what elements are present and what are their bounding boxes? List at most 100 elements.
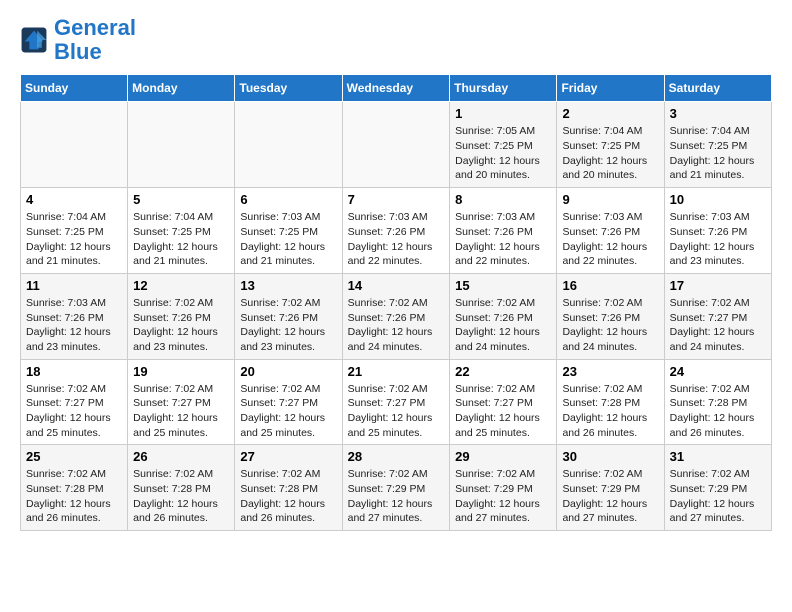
day-info: Sunrise: 7:02 AM Sunset: 7:26 PM Dayligh… <box>455 296 551 355</box>
day-info: Sunrise: 7:02 AM Sunset: 7:28 PM Dayligh… <box>240 467 336 526</box>
calendar-cell: 21 Sunrise: 7:02 AM Sunset: 7:27 PM Dayli… <box>342 359 450 445</box>
weekday-header: Tuesday <box>235 75 342 102</box>
day-info: Sunrise: 7:02 AM Sunset: 7:27 PM Dayligh… <box>455 382 551 441</box>
calendar-cell: 19 Sunrise: 7:02 AM Sunset: 7:27 PM Dayli… <box>128 359 235 445</box>
calendar-cell: 9 Sunrise: 7:03 AM Sunset: 7:26 PM Daylig… <box>557 188 664 274</box>
calendar-week-row: 25 Sunrise: 7:02 AM Sunset: 7:28 PM Dayli… <box>21 445 772 531</box>
day-number: 7 <box>348 192 445 207</box>
day-number: 25 <box>26 449 122 464</box>
calendar-cell: 25Sunrise: 7:02 AM Sunset: 7:28 PM Dayli… <box>21 445 128 531</box>
day-number: 28 <box>348 449 445 464</box>
day-info: Sunrise: 7:03 AM Sunset: 7:25 PM Dayligh… <box>240 210 336 269</box>
day-number: 14 <box>348 278 445 293</box>
day-number: 31 <box>670 449 766 464</box>
day-info: Sunrise: 7:03 AM Sunset: 7:26 PM Dayligh… <box>348 210 445 269</box>
calendar-cell <box>128 102 235 188</box>
calendar-cell <box>235 102 342 188</box>
calendar-cell: 16 Sunrise: 7:02 AM Sunset: 7:26 PM Dayli… <box>557 273 664 359</box>
day-number: 19 <box>133 364 229 379</box>
day-number: 8 <box>455 192 551 207</box>
day-info: Sunrise: 7:02 AM Sunset: 7:28 PM Dayligh… <box>562 382 658 441</box>
day-info: Sunrise: 7:02 AM Sunset: 7:29 PM Dayligh… <box>670 467 766 526</box>
day-number: 12 <box>133 278 229 293</box>
day-info: Sunrise: 7:02 AM Sunset: 7:26 PM Dayligh… <box>240 296 336 355</box>
day-number: 26 <box>133 449 229 464</box>
calendar-cell: 12 Sunrise: 7:02 AM Sunset: 7:26 PM Dayli… <box>128 273 235 359</box>
day-number: 24 <box>670 364 766 379</box>
calendar-cell: 28 Sunrise: 7:02 AM Sunset: 7:29 PM Dayli… <box>342 445 450 531</box>
calendar-cell: 27 Sunrise: 7:02 AM Sunset: 7:28 PM Dayli… <box>235 445 342 531</box>
day-info: Sunrise: 7:02 AM Sunset: 7:28 PM Dayligh… <box>670 382 766 441</box>
calendar-cell: 13 Sunrise: 7:02 AM Sunset: 7:26 PM Dayli… <box>235 273 342 359</box>
calendar-cell: 26 Sunrise: 7:02 AM Sunset: 7:28 PM Dayli… <box>128 445 235 531</box>
day-number: 16 <box>562 278 658 293</box>
calendar-week-row: 4Sunrise: 7:04 AM Sunset: 7:25 PM Daylig… <box>21 188 772 274</box>
calendar-cell: 23 Sunrise: 7:02 AM Sunset: 7:28 PM Dayli… <box>557 359 664 445</box>
weekday-header: Saturday <box>664 75 771 102</box>
day-number: 5 <box>133 192 229 207</box>
logo-text: General Blue <box>54 16 136 64</box>
day-info: Sunrise: 7:04 AM Sunset: 7:25 PM Dayligh… <box>670 124 766 183</box>
day-info: Sunrise: 7:02 AM Sunset: 7:27 PM Dayligh… <box>133 382 229 441</box>
day-number: 11 <box>26 278 122 293</box>
day-info: Sunrise: 7:04 AM Sunset: 7:25 PM Dayligh… <box>133 210 229 269</box>
day-number: 17 <box>670 278 766 293</box>
calendar-cell: 11 Sunrise: 7:03 AM Sunset: 7:26 PM Dayli… <box>21 273 128 359</box>
day-info: Sunrise: 7:04 AM Sunset: 7:25 PM Dayligh… <box>562 124 658 183</box>
day-info: Sunrise: 7:02 AM Sunset: 7:29 PM Dayligh… <box>455 467 551 526</box>
calendar-week-row: 11 Sunrise: 7:03 AM Sunset: 7:26 PM Dayli… <box>21 273 772 359</box>
logo: General Blue <box>20 16 136 64</box>
calendar-cell: 20Sunrise: 7:02 AM Sunset: 7:27 PM Dayli… <box>235 359 342 445</box>
day-info: Sunrise: 7:02 AM Sunset: 7:26 PM Dayligh… <box>348 296 445 355</box>
day-number: 18 <box>26 364 122 379</box>
weekday-header: Friday <box>557 75 664 102</box>
day-info: Sunrise: 7:03 AM Sunset: 7:26 PM Dayligh… <box>562 210 658 269</box>
calendar-cell: 22Sunrise: 7:02 AM Sunset: 7:27 PM Dayli… <box>450 359 557 445</box>
day-info: Sunrise: 7:03 AM Sunset: 7:26 PM Dayligh… <box>26 296 122 355</box>
day-info: Sunrise: 7:04 AM Sunset: 7:25 PM Dayligh… <box>26 210 122 269</box>
day-info: Sunrise: 7:02 AM Sunset: 7:28 PM Dayligh… <box>133 467 229 526</box>
day-number: 30 <box>562 449 658 464</box>
day-info: Sunrise: 7:02 AM Sunset: 7:27 PM Dayligh… <box>26 382 122 441</box>
day-number: 15 <box>455 278 551 293</box>
calendar-cell: 3Sunrise: 7:04 AM Sunset: 7:25 PM Daylig… <box>664 102 771 188</box>
day-number: 13 <box>240 278 336 293</box>
day-info: Sunrise: 7:02 AM Sunset: 7:27 PM Dayligh… <box>348 382 445 441</box>
calendar-cell: 8 Sunrise: 7:03 AM Sunset: 7:26 PM Daylig… <box>450 188 557 274</box>
calendar-table: SundayMondayTuesdayWednesdayThursdayFrid… <box>20 74 772 531</box>
day-number: 9 <box>562 192 658 207</box>
calendar-cell: 15 Sunrise: 7:02 AM Sunset: 7:26 PM Dayli… <box>450 273 557 359</box>
day-number: 2 <box>562 106 658 121</box>
day-info: Sunrise: 7:02 AM Sunset: 7:26 PM Dayligh… <box>133 296 229 355</box>
calendar-cell: 14 Sunrise: 7:02 AM Sunset: 7:26 PM Dayli… <box>342 273 450 359</box>
logo-icon <box>20 26 48 54</box>
calendar-cell: 2 Sunrise: 7:04 AM Sunset: 7:25 PM Daylig… <box>557 102 664 188</box>
calendar-cell: 17 Sunrise: 7:02 AM Sunset: 7:27 PM Dayli… <box>664 273 771 359</box>
calendar-cell <box>342 102 450 188</box>
calendar-cell: 5 Sunrise: 7:04 AM Sunset: 7:25 PM Daylig… <box>128 188 235 274</box>
day-number: 10 <box>670 192 766 207</box>
calendar-cell: 6 Sunrise: 7:03 AM Sunset: 7:25 PM Daylig… <box>235 188 342 274</box>
weekday-header: Monday <box>128 75 235 102</box>
calendar-week-row: 1Sunrise: 7:05 AM Sunset: 7:25 PM Daylig… <box>21 102 772 188</box>
calendar-week-row: 18 Sunrise: 7:02 AM Sunset: 7:27 PM Dayli… <box>21 359 772 445</box>
day-number: 21 <box>348 364 445 379</box>
calendar-cell: 29Sunrise: 7:02 AM Sunset: 7:29 PM Dayli… <box>450 445 557 531</box>
weekday-header: Sunday <box>21 75 128 102</box>
day-info: Sunrise: 7:02 AM Sunset: 7:29 PM Dayligh… <box>348 467 445 526</box>
calendar-cell: 1Sunrise: 7:05 AM Sunset: 7:25 PM Daylig… <box>450 102 557 188</box>
day-info: Sunrise: 7:02 AM Sunset: 7:26 PM Dayligh… <box>562 296 658 355</box>
day-info: Sunrise: 7:03 AM Sunset: 7:26 PM Dayligh… <box>455 210 551 269</box>
calendar-cell: 10 Sunrise: 7:03 AM Sunset: 7:26 PM Dayli… <box>664 188 771 274</box>
page-header: General Blue <box>20 16 772 64</box>
day-info: Sunrise: 7:02 AM Sunset: 7:29 PM Dayligh… <box>562 467 658 526</box>
day-info: Sunrise: 7:02 AM Sunset: 7:27 PM Dayligh… <box>240 382 336 441</box>
day-number: 6 <box>240 192 336 207</box>
day-number: 23 <box>562 364 658 379</box>
day-number: 1 <box>455 106 551 121</box>
day-info: Sunrise: 7:03 AM Sunset: 7:26 PM Dayligh… <box>670 210 766 269</box>
weekday-header: Wednesday <box>342 75 450 102</box>
day-info: Sunrise: 7:02 AM Sunset: 7:27 PM Dayligh… <box>670 296 766 355</box>
calendar-cell: 4Sunrise: 7:04 AM Sunset: 7:25 PM Daylig… <box>21 188 128 274</box>
day-number: 27 <box>240 449 336 464</box>
